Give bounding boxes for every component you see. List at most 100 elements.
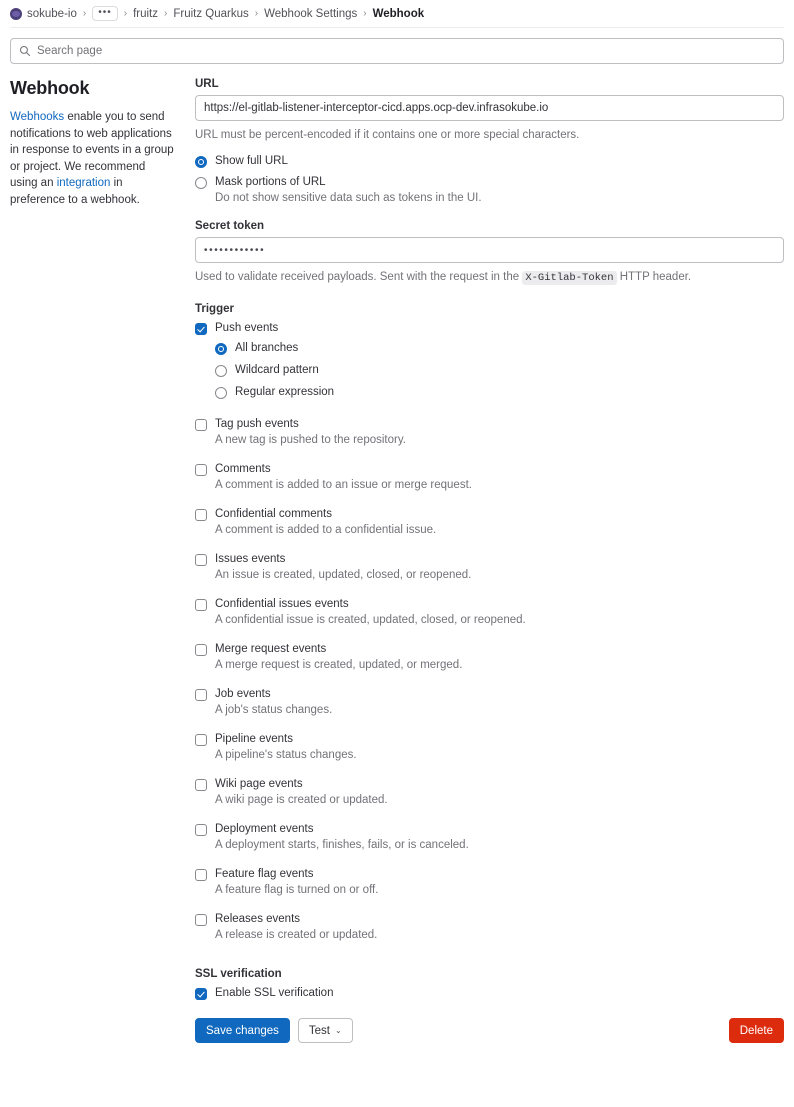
breadcrumb-overflow-button[interactable]: ••• [92, 6, 118, 21]
checkbox-label: Deployment events [215, 823, 314, 835]
checkbox-confidential-issues-events[interactable]: Confidential issues events [195, 597, 784, 612]
checkbox-label: Releases events [215, 913, 301, 925]
event-issues: Issues events An issue is created, updat… [195, 552, 784, 583]
event-confidential-comments: Confidential comments A comment is added… [195, 507, 784, 538]
checkbox-push-events[interactable]: Push events [195, 321, 784, 336]
url-help-text: URL must be percent-encoded if it contai… [195, 129, 580, 141]
checkbox-job-events[interactable]: Job events [195, 687, 784, 702]
radio-indicator [195, 177, 207, 189]
secret-token-group: Secret token •••••••••••• Used to valida… [195, 220, 784, 286]
push-branch-options: All branches Wildcard pattern Regular ex… [215, 341, 784, 400]
delete-button[interactable]: Delete [728, 1018, 784, 1043]
http-header-code: X-Gitlab-Token [522, 271, 617, 285]
checkbox-feature-flag-events[interactable]: Feature flag events [195, 867, 784, 882]
checkbox-deployment-events[interactable]: Deployment events [195, 822, 784, 837]
radio-label: Regular expression [235, 386, 335, 398]
radio-regular-expression[interactable]: Regular expression [215, 385, 784, 400]
checkbox-label: Merge request events [215, 643, 327, 655]
checkbox-indicator [195, 824, 207, 836]
checkbox-label: Pipeline events [215, 733, 293, 745]
radio-all-branches[interactable]: All branches [215, 341, 784, 356]
event-merge-request: Merge request events A merge request is … [195, 642, 784, 673]
event-description: A wiki page is created or updated. [215, 794, 388, 806]
event-description: A deployment starts, finishes, fails, or… [215, 839, 469, 851]
breadcrumb-item-current: Webhook [372, 7, 425, 20]
url-label: URL [195, 78, 219, 90]
help-text-after: HTTP header. [616, 271, 692, 283]
checkbox-label: Enable SSL verification [215, 987, 334, 999]
checkbox-indicator [195, 419, 207, 431]
radio-label: All branches [235, 342, 299, 354]
checkbox-indicator [195, 509, 207, 521]
search-input[interactable]: Search page [10, 38, 784, 64]
radio-indicator [215, 387, 227, 399]
checkbox-indicator [195, 644, 207, 656]
radio-label: Show full URL [215, 155, 288, 167]
checkbox-wiki-page-events[interactable]: Wiki page events [195, 777, 784, 792]
checkbox-issues-events[interactable]: Issues events [195, 552, 784, 567]
checkbox-indicator [195, 689, 207, 701]
event-job: Job events A job's status changes. [195, 687, 784, 718]
breadcrumb-item-fruitz[interactable]: fruitz [133, 8, 158, 20]
checkbox-merge-request-events[interactable]: Merge request events [195, 642, 784, 657]
search-page-container: Search page [0, 28, 794, 64]
webhooks-doc-link[interactable]: Webhooks [10, 111, 64, 123]
breadcrumb-item-project[interactable]: Fruitz Quarkus [173, 8, 248, 20]
checkbox-enable-ssl-verification[interactable]: Enable SSL verification [195, 986, 784, 1001]
trigger-section: Trigger Push events All branches Wildcar… [195, 303, 784, 943]
checkbox-label: Wiki page events [215, 778, 303, 790]
save-changes-button[interactable]: Save changes [195, 1018, 290, 1043]
checkbox-tag-push-events[interactable]: Tag push events [195, 417, 784, 432]
checkbox-indicator [195, 599, 207, 611]
breadcrumb-item-webhook-settings[interactable]: Webhook Settings [264, 8, 357, 20]
event-wiki-page: Wiki page events A wiki page is created … [195, 777, 784, 808]
search-placeholder: Search page [37, 45, 103, 57]
breadcrumb: sokube-io › ••• › fruitz › Fruitz Quarku… [0, 0, 794, 27]
test-dropdown-button[interactable]: Test ⌄ [297, 1018, 353, 1043]
event-description: A comment is added to an issue or merge … [215, 479, 472, 491]
secret-token-help-text: Used to validate received payloads. Sent… [195, 269, 784, 286]
radio-wildcard-pattern[interactable]: Wildcard pattern [215, 363, 784, 378]
checkbox-label: Issues events [215, 553, 286, 565]
event-description: An issue is created, updated, closed, or… [215, 569, 472, 581]
radio-indicator-selected [195, 156, 207, 168]
breadcrumb-separator: › [363, 8, 367, 19]
event-comments: Comments A comment is added to an issue … [195, 462, 784, 493]
url-display-options: Show full URL Mask portions of URL Do no… [195, 154, 784, 206]
breadcrumb-separator: › [82, 8, 87, 19]
radio-indicator-selected [215, 343, 227, 355]
group-avatar-icon [10, 7, 22, 20]
event-description: A new tag is pushed to the repository. [215, 434, 406, 446]
settings-description: Webhooks enable you to send notification… [10, 109, 175, 209]
checkbox-indicator [195, 914, 207, 926]
checkbox-indicator [195, 734, 207, 746]
radio-mask-url-description: Do not show sensitive data such as token… [215, 192, 482, 204]
form-actions: Save changes Test ⌄ Delete [195, 1018, 784, 1043]
checkbox-label: Confidential comments [215, 508, 332, 520]
checkbox-releases-events[interactable]: Releases events [195, 912, 784, 927]
settings-description-column: Webhook Webhooks enable you to send noti… [10, 78, 195, 1043]
breadcrumb-separator: › [254, 8, 259, 19]
secret-token-label: Secret token [195, 220, 265, 232]
breadcrumb-item-group[interactable]: sokube-io [27, 8, 77, 20]
ssl-title: SSL verification [195, 968, 282, 980]
chevron-down-icon: ⌄ [334, 1026, 342, 1035]
checkbox-comments[interactable]: Comments [195, 462, 784, 477]
integration-doc-link[interactable]: integration [57, 177, 111, 189]
checkbox-confidential-comments[interactable]: Confidential comments [195, 507, 784, 522]
secret-token-input[interactable]: •••••••••••• [195, 237, 784, 263]
webhook-form: URL https://el-gitlab-listener-intercept… [195, 78, 784, 1043]
checkbox-label: Feature flag events [215, 868, 314, 880]
radio-label: Mask portions of URL [215, 176, 326, 188]
radio-show-full-url[interactable]: Show full URL [195, 154, 784, 169]
checkbox-indicator [195, 779, 207, 791]
event-releases: Releases events A release is created or … [195, 912, 784, 943]
radio-mask-url[interactable]: Mask portions of URL [195, 175, 784, 190]
url-input[interactable]: https://el-gitlab-listener-interceptor-c… [195, 95, 784, 121]
event-pipeline: Pipeline events A pipeline's status chan… [195, 732, 784, 763]
checkbox-pipeline-events[interactable]: Pipeline events [195, 732, 784, 747]
ssl-verification-section: SSL verification Enable SSL verification [195, 968, 784, 1001]
event-description: A merge request is created, updated, or … [215, 659, 463, 671]
radio-indicator [215, 365, 227, 377]
page-content: Webhook Webhooks enable you to send noti… [0, 64, 794, 1043]
